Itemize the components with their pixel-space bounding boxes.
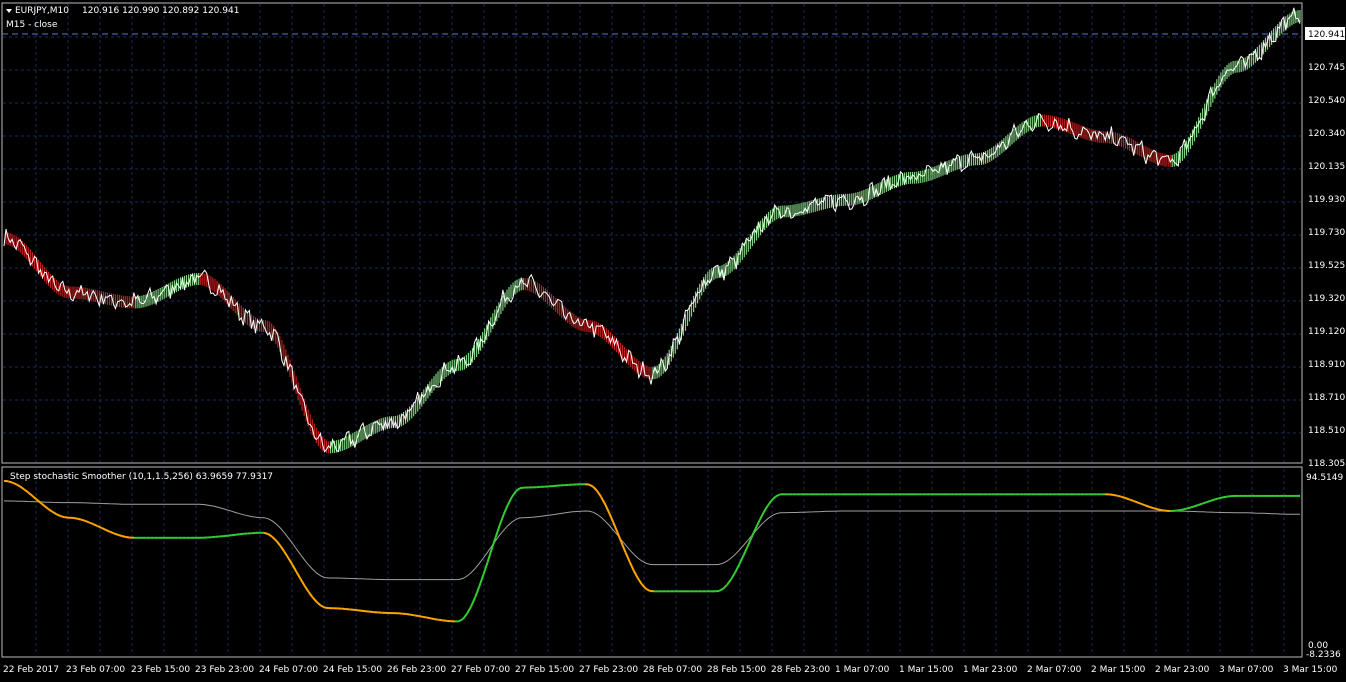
time-tick: 27 Feb 07:00 bbox=[451, 665, 510, 675]
time-tick: 3 Mar 07:00 bbox=[1219, 665, 1274, 675]
time-tick: 24 Feb 07:00 bbox=[259, 665, 318, 675]
time-tick: 22 Feb 2017 bbox=[3, 665, 59, 675]
stochastic-segment bbox=[1161, 509, 1167, 512]
stochastic-segment bbox=[117, 533, 123, 537]
price-tick: 119.320 bbox=[1308, 294, 1345, 304]
stochastic-segment bbox=[1185, 506, 1191, 510]
time-tick: 27 Feb 23:00 bbox=[579, 665, 638, 675]
stochastic-segment bbox=[1202, 501, 1207, 505]
stochastic-segment bbox=[1222, 495, 1228, 499]
stochastic-segment bbox=[1116, 494, 1122, 498]
time-tick: 2 Mar 23:00 bbox=[1155, 665, 1210, 675]
stochastic-segment bbox=[60, 515, 66, 519]
symbol-label: EURJPY,M10 bbox=[15, 6, 69, 16]
stochastic-segment bbox=[1124, 497, 1130, 501]
stochastic-segment bbox=[1141, 503, 1146, 507]
time-tick: 23 Feb 15:00 bbox=[131, 665, 190, 675]
stochastic-segment bbox=[1157, 508, 1163, 512]
stochastic-segment bbox=[519, 486, 525, 490]
time-tick: 26 Feb 23:00 bbox=[387, 665, 446, 675]
stochastic-segment bbox=[369, 610, 374, 614]
stochastic-segment bbox=[361, 609, 366, 613]
stochastic-segment bbox=[72, 516, 78, 520]
stochastic-segment bbox=[353, 608, 358, 612]
stochastic-segment bbox=[324, 606, 330, 610]
stochastic-segment bbox=[1112, 493, 1118, 497]
stochastic-segment bbox=[1108, 493, 1114, 496]
overlay-label: M15 - close bbox=[6, 20, 58, 30]
indicator-label: Step stochastic Smoother (10,1,1.5,256) … bbox=[10, 472, 273, 482]
stochastic-segment bbox=[231, 533, 236, 537]
price-tick: 120.745 bbox=[1308, 63, 1345, 73]
ohlc-values: 120.916 120.990 120.892 120.941 bbox=[82, 6, 239, 16]
stochastic-segment bbox=[1133, 499, 1138, 504]
time-tick: 1 Mar 07:00 bbox=[835, 665, 890, 675]
price-tick: 119.120 bbox=[1308, 327, 1345, 337]
stochastic-segment bbox=[1120, 495, 1126, 499]
time-tick: 23 Feb 23:00 bbox=[195, 665, 254, 675]
price-tick: 120.540 bbox=[1308, 96, 1345, 106]
time-tick: 1 Mar 23:00 bbox=[963, 665, 1018, 675]
price-tick: 120.135 bbox=[1308, 162, 1345, 172]
price-tick: 119.730 bbox=[1308, 228, 1345, 238]
stochastic-segment bbox=[1173, 509, 1179, 512]
time-tick: 23 Feb 07:00 bbox=[66, 665, 125, 675]
price-tick: 118.710 bbox=[1308, 393, 1345, 403]
stochastic-segment bbox=[410, 613, 415, 617]
stochastic-segment bbox=[1226, 495, 1232, 498]
stochastic-segment bbox=[76, 517, 82, 521]
stochastic-segment bbox=[1206, 499, 1211, 504]
stochastic-segment bbox=[1189, 505, 1195, 509]
indicator-tick: 94.5149 bbox=[1306, 473, 1343, 483]
time-tick: 24 Feb 15:00 bbox=[323, 665, 382, 675]
time-tick: 27 Feb 15:00 bbox=[515, 665, 574, 675]
stochastic-segment bbox=[1194, 504, 1199, 508]
stochastic-segment bbox=[414, 614, 419, 617]
time-tick: 2 Mar 07:00 bbox=[1027, 665, 1082, 675]
stochastic-segment bbox=[426, 616, 431, 620]
price-tick: 119.525 bbox=[1308, 261, 1345, 271]
stochastic-segment bbox=[1181, 507, 1187, 511]
stochastic-segment bbox=[1153, 507, 1159, 511]
time-tick: 28 Feb 23:00 bbox=[771, 665, 830, 675]
stochastic-segment bbox=[263, 531, 269, 535]
stochastic-segment bbox=[434, 618, 439, 621]
stochastic-segment bbox=[113, 532, 119, 536]
stochastic-segment bbox=[430, 617, 435, 621]
price-tick: 119.930 bbox=[1308, 195, 1345, 205]
stochastic-segment bbox=[1145, 504, 1151, 508]
time-tick: 1 Mar 15:00 bbox=[899, 665, 954, 675]
time-tick: 28 Feb 07:00 bbox=[643, 665, 702, 675]
stochastic-segment bbox=[418, 615, 423, 618]
time-tick: 28 Feb 15:00 bbox=[707, 665, 766, 675]
price-tick: 118.910 bbox=[1308, 360, 1345, 370]
stochastic-segment bbox=[1218, 496, 1224, 500]
stochastic-segment bbox=[1129, 498, 1134, 502]
stochastic-segment bbox=[406, 613, 411, 616]
current-price-value: 120.941 bbox=[1308, 30, 1345, 40]
stochastic-segment bbox=[1210, 498, 1216, 502]
chart-canvas[interactable]: EURJPY,M10 120.916 120.990 120.892 120.9… bbox=[0, 0, 1346, 682]
stochastic-segment bbox=[80, 518, 86, 522]
time-tick: 2 Mar 15:00 bbox=[1091, 665, 1146, 675]
stochastic-segment bbox=[438, 618, 443, 622]
stochastic-segment bbox=[422, 615, 427, 619]
time-tick: 3 Mar 15:00 bbox=[1283, 665, 1338, 675]
stochastic-segment bbox=[1198, 502, 1203, 506]
time-axis[interactable]: 22 Feb 2017 23 Feb 07:00 23 Feb 15:00 23… bbox=[3, 665, 1338, 675]
stochastic-segment bbox=[1214, 497, 1219, 501]
price-tick: 118.305 bbox=[1308, 459, 1345, 469]
stochastic-segment bbox=[239, 532, 244, 536]
stochastic-segment bbox=[125, 536, 131, 539]
stochastic-segment bbox=[227, 534, 232, 537]
stochastic-segment bbox=[1149, 506, 1154, 510]
price-tick: 118.510 bbox=[1308, 426, 1345, 436]
stochastic-segment bbox=[1177, 508, 1183, 512]
price-tick: 120.340 bbox=[1308, 129, 1345, 139]
stochastic-segment bbox=[121, 535, 127, 538]
stochastic-segment bbox=[442, 619, 447, 622]
indicator-tick: -8.2336 bbox=[1306, 650, 1341, 660]
